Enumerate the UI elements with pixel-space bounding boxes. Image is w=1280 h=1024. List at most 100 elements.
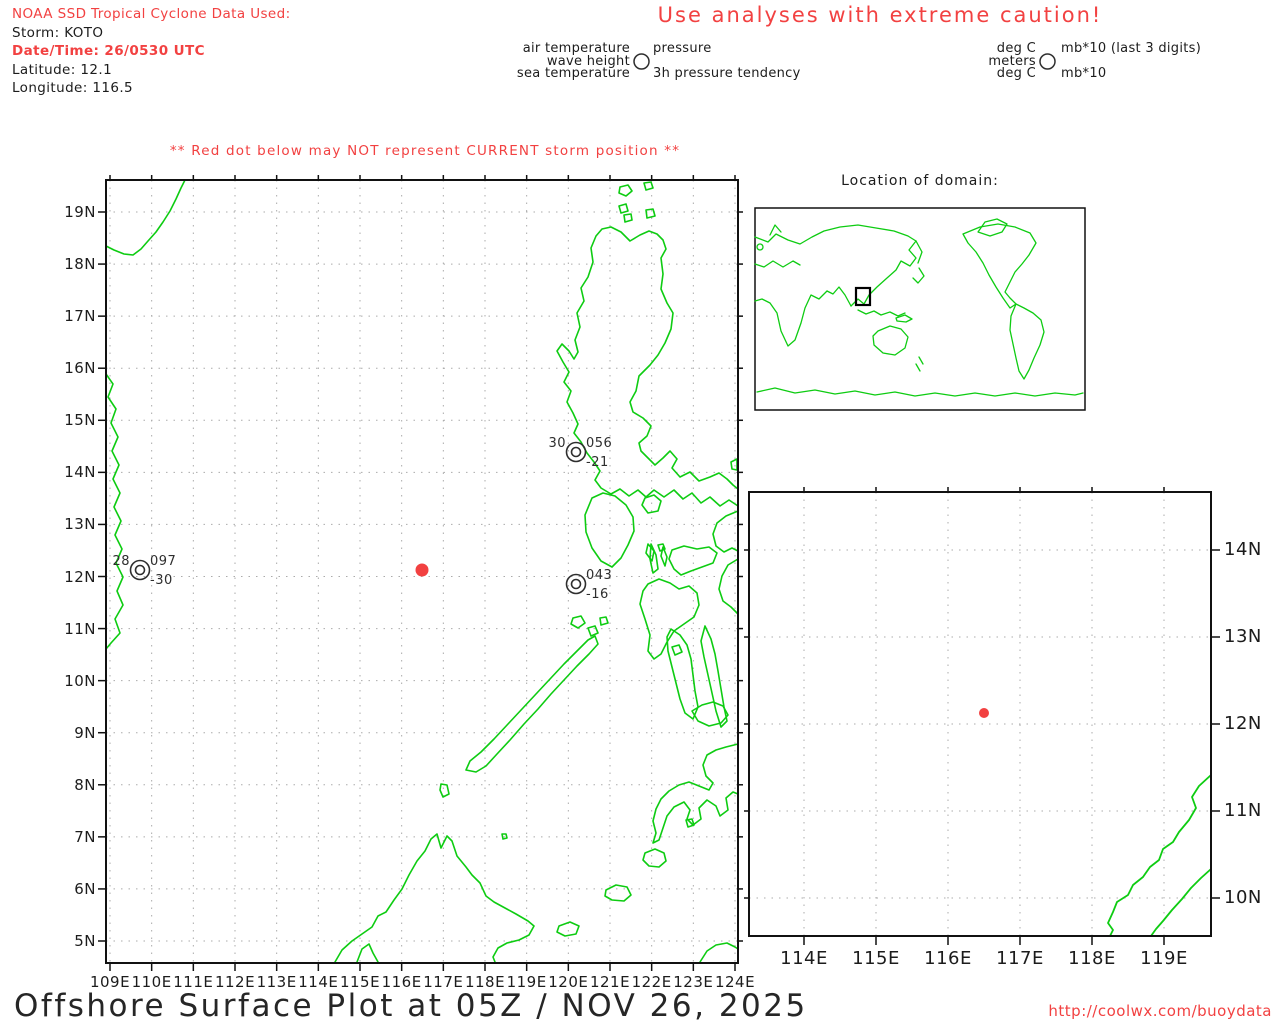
coastline-samar	[713, 511, 738, 552]
zoom-storm-position-dot	[979, 708, 989, 718]
header-noaa-line: NOAA SSD Tropical Cyclone Data Used:	[12, 6, 291, 22]
station-3-pressure: 043	[586, 568, 612, 583]
main-map-x-tick-label: 115E	[338, 973, 382, 991]
main-map-y-tick-label: 19N	[56, 203, 96, 221]
world-africa	[755, 291, 827, 346]
main-map-x-tick-label: 113E	[255, 973, 299, 991]
station-2-outer-circle	[131, 561, 150, 580]
world-greenland	[978, 219, 1007, 236]
station-1-inner-circle	[572, 448, 581, 457]
legend-pressure-units: mb*10 (last 3 digits)	[1061, 41, 1201, 56]
main-map-y-tick-label: 8N	[56, 776, 96, 794]
zoom-coastline-palawan-outer	[1108, 775, 1211, 936]
main-map-x-tick-label: 123E	[671, 973, 715, 991]
storm-position-dot	[416, 564, 429, 577]
zoom-map-coastlines	[1108, 775, 1211, 936]
world-north-america	[963, 224, 1036, 308]
main-map-y-tick-label: 16N	[56, 359, 96, 377]
zoom-map-y-tick-label: 14N	[1224, 539, 1280, 560]
legend-pressure-tendency-units: mb*10	[1061, 66, 1106, 81]
world-indonesia	[858, 310, 905, 316]
station-1-outer-circle	[567, 443, 586, 462]
legend-sea-temp-label: sea temperature	[450, 66, 630, 81]
world-south-america	[1010, 304, 1044, 379]
station-plot-symbols	[131, 443, 586, 594]
legend-station-circle-icon	[632, 52, 652, 72]
main-map-x-tick-label: 124E	[713, 973, 757, 991]
coastline-basilan	[643, 849, 666, 867]
main-map-y-tick-label: 5N	[56, 932, 96, 950]
world-scandinavia	[770, 225, 781, 235]
coastline-vietnam	[106, 374, 123, 649]
main-map-x-tick-label: 112E	[213, 973, 257, 991]
coastline-borneo	[335, 834, 534, 962]
station-1-pressure-tendency: -21	[586, 455, 609, 470]
main-map-x-tick-label: 109E	[88, 973, 132, 991]
zoom-map-x-tick-label: 119E	[1134, 948, 1194, 969]
main-map-x-tick-label: 119E	[505, 973, 549, 991]
world-east-asia	[851, 241, 916, 306]
coastline-hainan	[106, 180, 185, 255]
coastline-cebu	[701, 626, 727, 727]
main-map-x-tick-label: 121E	[588, 973, 632, 991]
main-map-y-tick-label: 12N	[56, 568, 96, 586]
world-mediterranean	[755, 261, 800, 267]
main-map-x-tick-label: 110E	[130, 973, 174, 991]
coastline-catanduanes	[731, 459, 737, 470]
zoom-coastline-palawan-inner	[1151, 869, 1211, 936]
zoom-map-x-tick-label: 115E	[846, 948, 906, 969]
plot-title: Offshore Surface Plot at 05Z / NOV 26, 2…	[14, 988, 808, 1024]
world-antarctica	[757, 388, 1083, 396]
inset-map-title: Location of domain:	[755, 173, 1085, 189]
coastline-palawan-islet	[440, 784, 449, 797]
main-map-y-tick-label: 9N	[56, 724, 96, 742]
station-3-inner-circle	[572, 580, 581, 589]
coastline-babuyan-islands	[619, 182, 655, 222]
main-map-y-tick-label: 10N	[56, 672, 96, 690]
coastline-palawan	[466, 636, 598, 772]
main-map-x-tick-label: 114E	[296, 973, 340, 991]
zoom-map-x-tick-label: 116E	[918, 948, 978, 969]
main-map-y-tick-label: 14N	[56, 463, 96, 481]
world-india	[827, 287, 851, 306]
source-url: http://coolwx.com/buoydata	[1000, 1002, 1272, 1020]
zoom-map-y-tick-label: 11N	[1224, 800, 1280, 821]
world-australia	[873, 326, 908, 355]
coastline-panay	[640, 579, 699, 659]
station-3-outer-circle	[567, 575, 586, 594]
coastline-guimaras	[672, 645, 682, 655]
main-map-y-tick-label: 15N	[56, 411, 96, 429]
main-map-y-tick-label: 11N	[56, 620, 96, 638]
main-map-x-tick-label: 118E	[463, 973, 507, 991]
main-map-x-tick-label: 120E	[546, 973, 590, 991]
header-latitude-line: Latitude: 12.1	[12, 62, 112, 78]
header-longitude-line: Longitude: 116.5	[12, 80, 133, 96]
coastline-mindoro	[585, 493, 634, 567]
main-map-x-tick-label: 111E	[171, 973, 215, 991]
inset-world-map	[755, 208, 1085, 410]
station-1-air-temp: 30	[526, 436, 566, 451]
main-map-x-tick-label: 117E	[421, 973, 465, 991]
coastline-luzon	[557, 227, 738, 506]
station-2-air-temp: 28	[90, 554, 130, 569]
legend-sea-temp-units: deg C	[886, 66, 1036, 81]
zoom-map-y-tick-label: 12N	[1224, 713, 1280, 734]
world-new-zealand	[916, 357, 923, 371]
zoom-map-x-tick-label: 118E	[1062, 948, 1122, 969]
header-storm-line: Storm: KOTO	[12, 25, 103, 41]
main-map-y-tick-label: 13N	[56, 515, 96, 533]
world-kamchatka	[916, 241, 922, 263]
main-map-y-tick-label: 18N	[56, 255, 96, 273]
coastline-masbate	[669, 546, 717, 575]
caution-title: Use analyses with extreme caution!	[600, 3, 1160, 27]
zoom-map-x-tick-label: 117E	[990, 948, 1050, 969]
world-japan	[913, 268, 924, 283]
station-2-pressure: 097	[150, 554, 176, 569]
coastline-mindanao	[653, 744, 738, 843]
zoom-map-y-tick-label: 13N	[1224, 626, 1280, 647]
main-map-y-tick-label: 17N	[56, 307, 96, 325]
main-map-x-tick-label: 116E	[380, 973, 424, 991]
coastline-calamian-islands	[571, 616, 608, 636]
legend-units-circle-icon	[1038, 52, 1058, 72]
storm-position-warning: ** Red dot below may NOT represent CURRE…	[160, 143, 690, 159]
